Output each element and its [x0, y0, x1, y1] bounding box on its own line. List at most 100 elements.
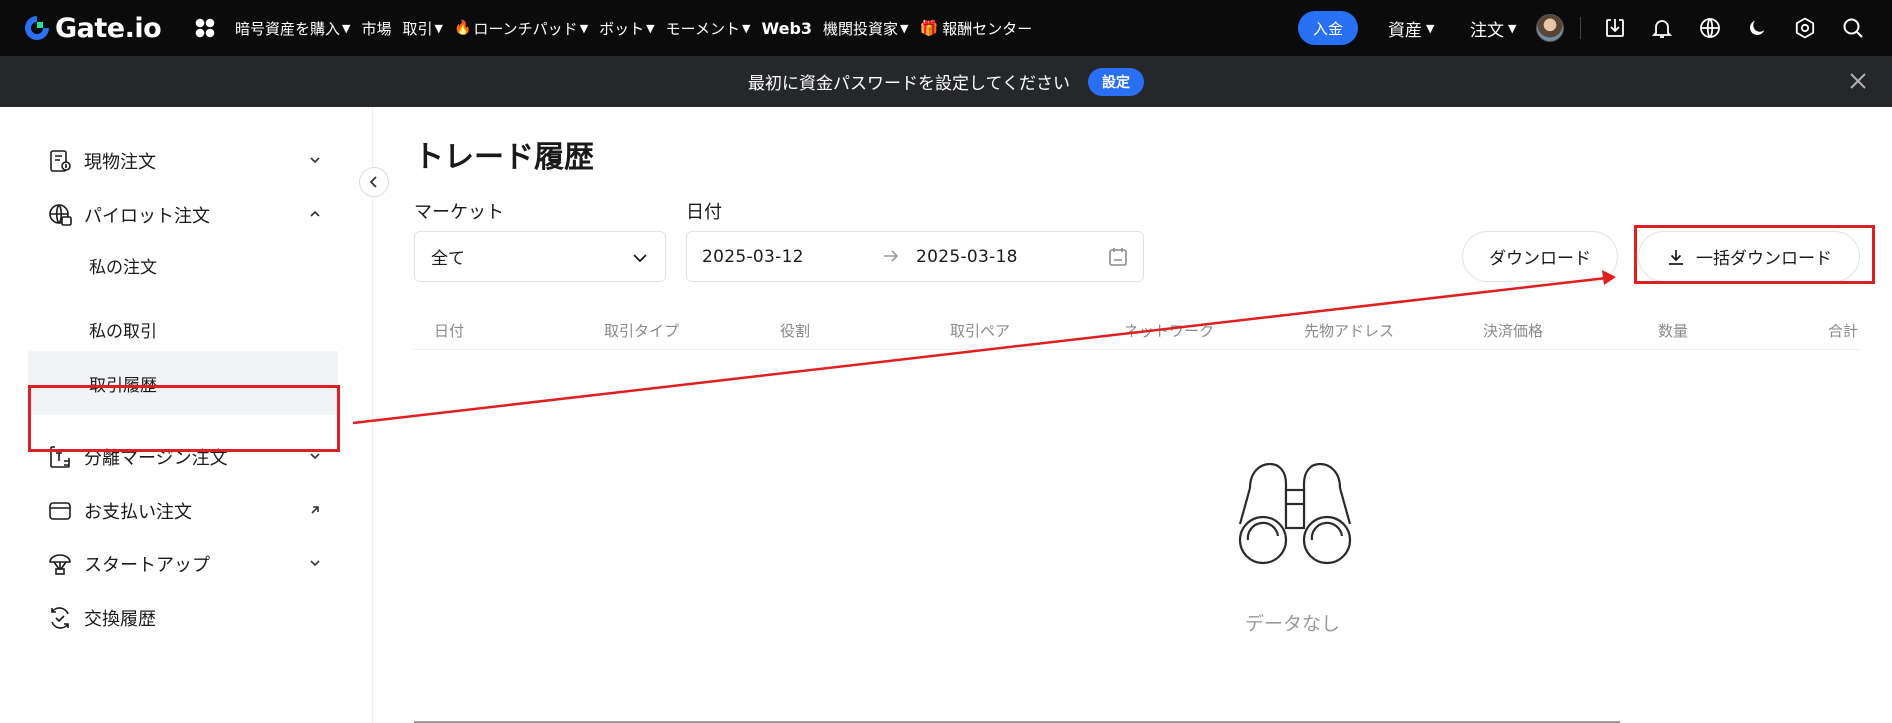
caret-down-icon: ▼ [900, 21, 909, 35]
sidebar-item-label: 私の取引 [89, 321, 157, 342]
nav-item-label: 報酬センター [942, 19, 1033, 38]
chevron-up-icon [308, 206, 324, 222]
column-header: 日付 [434, 322, 465, 340]
external-link-icon [308, 502, 324, 518]
market-label: マーケット [414, 202, 504, 223]
download-app-icon[interactable] [1601, 14, 1629, 42]
globe-icon[interactable] [1696, 14, 1724, 42]
close-icon[interactable] [1846, 69, 1870, 93]
collapse-sidebar-button[interactable] [359, 167, 389, 197]
caret-down-icon: ▼ [579, 21, 589, 35]
assets-menu[interactable]: 資産 ▼ [1388, 0, 1434, 56]
set-password-button[interactable]: 設定 [1087, 67, 1144, 96]
annotation-highlight-bulk-download [1634, 225, 1875, 284]
arrow-right-icon [884, 250, 899, 262]
chevron-down-icon [308, 152, 324, 168]
chevron-down-icon [308, 555, 324, 571]
main-menu: 暗号資産を購入 ▼ 市場 取引 ▼ 🔥 ローンチパッド ▼ ボット ▼ モーメント ▼ Web3 機関投資… [235, 0, 1043, 56]
card-icon [44, 495, 76, 527]
deposit-button[interactable]: 入金 [1298, 11, 1358, 45]
nav-item-6[interactable]: Web3 [762, 19, 813, 38]
exchange-icon [44, 602, 76, 634]
nav-item-label: 取引 [402, 19, 433, 38]
chevron-down-icon [633, 254, 647, 263]
gate-logo[interactable]: Gate.io [22, 10, 162, 46]
globe-order-icon [44, 199, 76, 231]
nav-item-label: ローンチパッド [473, 19, 578, 38]
nav-item-label: ボット [599, 19, 645, 38]
nav-item-label: 機関投資家 [823, 19, 899, 38]
gate-logo-icon [25, 16, 49, 40]
caret-down-icon: ▼ [434, 21, 443, 35]
nav-item-0[interactable]: 暗号資産を購入 ▼ [235, 18, 350, 39]
caret-down-icon: ▼ [1426, 21, 1435, 35]
column-header: 決済価格 [1483, 322, 1544, 340]
startup-icon [44, 548, 76, 580]
column-header: ネットワーク [1124, 322, 1215, 340]
annotation-highlight-trade-history [28, 385, 340, 452]
caret-down-icon: ▼ [646, 21, 655, 35]
avatar[interactable] [1536, 14, 1564, 42]
nav-item-7[interactable]: 機関投資家 ▼ [823, 18, 908, 39]
market-value: 全て [431, 249, 465, 269]
sidebar-item-8[interactable]: 交換履歴 [28, 593, 334, 643]
page-title: トレード履歴 [414, 140, 594, 175]
caret-down-icon: ▼ [342, 21, 351, 35]
notice-text: 最初に資金パスワードを設定してください [748, 74, 1070, 94]
nav-item-1[interactable]: 市場 [361, 18, 391, 39]
caret-down-icon: ▼ [1508, 21, 1517, 35]
date-start-input[interactable]: 2025-03-12 [702, 247, 804, 267]
nav-item-label: 市場 [361, 19, 392, 38]
nav-item-2[interactable]: 取引 ▼ [403, 18, 443, 39]
column-header: 数量 [1658, 322, 1689, 340]
download-button[interactable]: ダウンロード [1462, 231, 1618, 282]
table-header: 日付 取引タイプ 役割 取引ペア ネットワーク 先物アドレス 決済価格 数量 合計 [414, 310, 1860, 350]
nav-divider [1580, 17, 1581, 39]
gift-icon: 🎁 [919, 19, 939, 37]
nav-item-8[interactable]: 🎁 報酬センター [920, 18, 1033, 39]
sidebar-item-label: お支払い注文 [84, 502, 192, 523]
date-range-picker[interactable]: 2025-03-12 2025-03-18 [686, 231, 1144, 282]
fire-icon: 🔥 [453, 20, 472, 36]
assets-label: 資産 [1388, 20, 1422, 41]
column-header: 取引タイプ [604, 322, 680, 340]
nav-item-4[interactable]: ボット ▼ [599, 18, 654, 39]
sidebar-item-0[interactable]: 現物注文 [28, 136, 334, 186]
moon-icon[interactable] [1743, 14, 1771, 42]
sidebar-item-7[interactable]: スタートアップ [28, 539, 334, 589]
market-select[interactable]: 全て [414, 231, 666, 282]
sidebar-item-2[interactable]: 私の注文 [28, 233, 338, 297]
sidebar-item-label: 現物注文 [84, 152, 156, 173]
column-header: 先物アドレス [1304, 322, 1395, 340]
nav-item-3[interactable]: 🔥 ローンチパッド ▼ [454, 18, 588, 39]
nav-item-label: Web3 [761, 18, 813, 38]
bell-icon[interactable] [1648, 14, 1676, 42]
caret-down-icon: ▼ [742, 21, 751, 35]
column-header: 合計 [1828, 322, 1859, 340]
sidebar-item-label: 交換履歴 [84, 609, 156, 630]
empty-state-text: データなし [1245, 613, 1341, 635]
top-navigation: Gate.io 暗号資産を購入 ▼ 市場 取引 ▼ 🔥 ローンチパッド ▼ ボット ▼ モーメント ▼… [0, 0, 1892, 56]
binoculars-icon [1238, 462, 1352, 565]
logo-text: Gate.io [55, 12, 162, 44]
notice-bar: 最初に資金パスワードを設定してください 設定 [0, 56, 1892, 107]
sidebar-item-label: スタートアップ [84, 555, 210, 576]
calendar-icon[interactable] [1107, 246, 1129, 268]
chevron-left-icon [369, 176, 377, 188]
settings-hexagon-icon[interactable] [1791, 14, 1819, 42]
orders-menu[interactable]: 注文 ▼ [1470, 0, 1516, 56]
nav-item-label: モーメント [665, 19, 741, 38]
date-end-input[interactable]: 2025-03-18 [916, 247, 1018, 267]
search-icon[interactable] [1839, 14, 1867, 42]
nav-item-label: 暗号資産を購入 [235, 19, 341, 38]
orders-label: 注文 [1470, 20, 1504, 41]
column-header: 取引ペア [950, 322, 1011, 340]
sidebar-item-label: パイロット注文 [84, 206, 210, 227]
spot-order-icon [44, 145, 76, 177]
date-label: 日付 [686, 202, 722, 223]
apps-icon[interactable] [193, 16, 217, 40]
column-header: 役割 [780, 322, 811, 340]
sidebar-item-label: 私の注文 [89, 257, 157, 278]
nav-item-5[interactable]: モーメント ▼ [666, 18, 751, 39]
sidebar-item-6[interactable]: お支払い注文 [28, 486, 334, 536]
